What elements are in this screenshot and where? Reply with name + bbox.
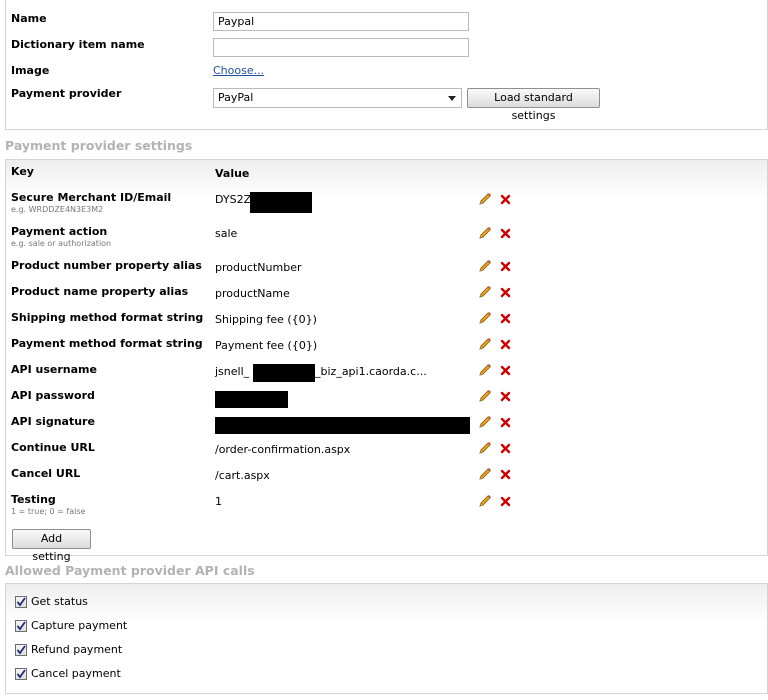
pencil-icon[interactable] [478, 285, 492, 299]
setting-key: Product name property alias [11, 285, 189, 298]
pencil-icon[interactable] [478, 389, 492, 403]
setting-key: API username [11, 363, 97, 376]
delete-x-icon[interactable] [500, 417, 511, 428]
setting-value: jsnell_ [215, 365, 250, 378]
delete-x-icon[interactable] [500, 391, 511, 402]
delete-x-icon[interactable] [500, 261, 511, 272]
dictionary-item-name-label: Dictionary item name [11, 38, 145, 51]
pencil-icon[interactable] [478, 494, 492, 508]
api-calls-section-title: Allowed Payment provider API calls [5, 563, 255, 578]
pencil-icon[interactable] [478, 415, 492, 429]
redacted-block [253, 364, 315, 382]
setting-value: /order-confirmation.aspx [215, 443, 351, 456]
delete-x-icon[interactable] [500, 194, 511, 205]
delete-x-icon[interactable] [500, 443, 511, 454]
choose-image-link[interactable]: Choose... [213, 64, 264, 77]
pencil-icon[interactable] [478, 441, 492, 455]
setting-key: Product number property alias [11, 259, 202, 272]
setting-key: Continue URL [11, 441, 95, 454]
settings-section-title: Payment provider settings [5, 138, 193, 153]
pencil-icon[interactable] [478, 226, 492, 240]
setting-value: 1 [215, 495, 222, 508]
pencil-icon[interactable] [478, 311, 492, 325]
setting-value: /cart.aspx [215, 469, 270, 482]
setting-value: Shipping fee ({0}) [215, 313, 317, 326]
api-call-label: Refund payment [31, 643, 123, 656]
setting-value: DYS2Z [215, 193, 252, 206]
pencil-icon[interactable] [478, 363, 492, 377]
pencil-icon[interactable] [478, 467, 492, 481]
delete-x-icon[interactable] [500, 469, 511, 480]
setting-key: Secure Merchant ID/Email [11, 191, 172, 204]
delete-x-icon[interactable] [500, 339, 511, 350]
dictionary-item-name-input[interactable] [213, 38, 469, 57]
setting-key: API password [11, 389, 95, 402]
delete-x-icon[interactable] [500, 313, 511, 324]
name-label: Name [11, 12, 47, 25]
setting-key: API signature [11, 415, 95, 428]
pencil-icon[interactable] [478, 192, 492, 206]
setting-key: Payment method format string [11, 337, 203, 350]
api-call-label: Get status [31, 595, 88, 608]
value-column-header: Value [215, 167, 250, 180]
name-input[interactable] [213, 12, 469, 31]
setting-hint: e.g. WRDDZE4N3E3M2 [11, 205, 104, 214]
delete-x-icon[interactable] [500, 365, 511, 376]
setting-hint: e.g. sale or authorization [11, 239, 112, 248]
pencil-icon[interactable] [478, 337, 492, 351]
load-standard-settings-button[interactable]: Load standard settings [467, 88, 600, 122]
image-label: Image [11, 64, 50, 77]
api-call-label: Capture payment [31, 619, 128, 632]
settings-panel [5, 159, 768, 556]
payment-provider-selected: PayPal [218, 91, 254, 104]
api-call-checkbox[interactable] [15, 620, 27, 632]
setting-value-suffix: _biz_api1.caorda.c... [315, 365, 427, 378]
redacted-block [215, 417, 470, 434]
pencil-icon[interactable] [478, 259, 492, 273]
setting-value: productName [215, 287, 290, 300]
payment-provider-label: Payment provider [11, 87, 122, 100]
payment-provider-select[interactable]: PayPal [213, 88, 462, 108]
setting-value: Payment fee ({0}) [215, 339, 318, 352]
setting-key: Shipping method format string [11, 311, 204, 324]
delete-x-icon[interactable] [500, 228, 511, 239]
setting-value: sale [215, 227, 238, 240]
redacted-block [215, 391, 288, 408]
delete-x-icon[interactable] [500, 496, 511, 507]
api-call-checkbox[interactable] [15, 644, 27, 656]
api-call-checkbox[interactable] [15, 596, 27, 608]
redacted-block [250, 192, 312, 213]
setting-key: Testing [11, 493, 56, 506]
api-call-label: Cancel payment [31, 667, 121, 680]
chevron-down-icon [448, 96, 456, 101]
api-call-checkbox[interactable] [15, 668, 27, 680]
key-column-header: Key [11, 165, 34, 178]
setting-hint: 1 = true; 0 = false [11, 507, 86, 516]
delete-x-icon[interactable] [500, 287, 511, 298]
setting-key: Payment action [11, 225, 108, 238]
add-setting-button[interactable]: Add setting [12, 529, 91, 563]
setting-value: productNumber [215, 261, 302, 274]
setting-key: Cancel URL [11, 467, 81, 480]
